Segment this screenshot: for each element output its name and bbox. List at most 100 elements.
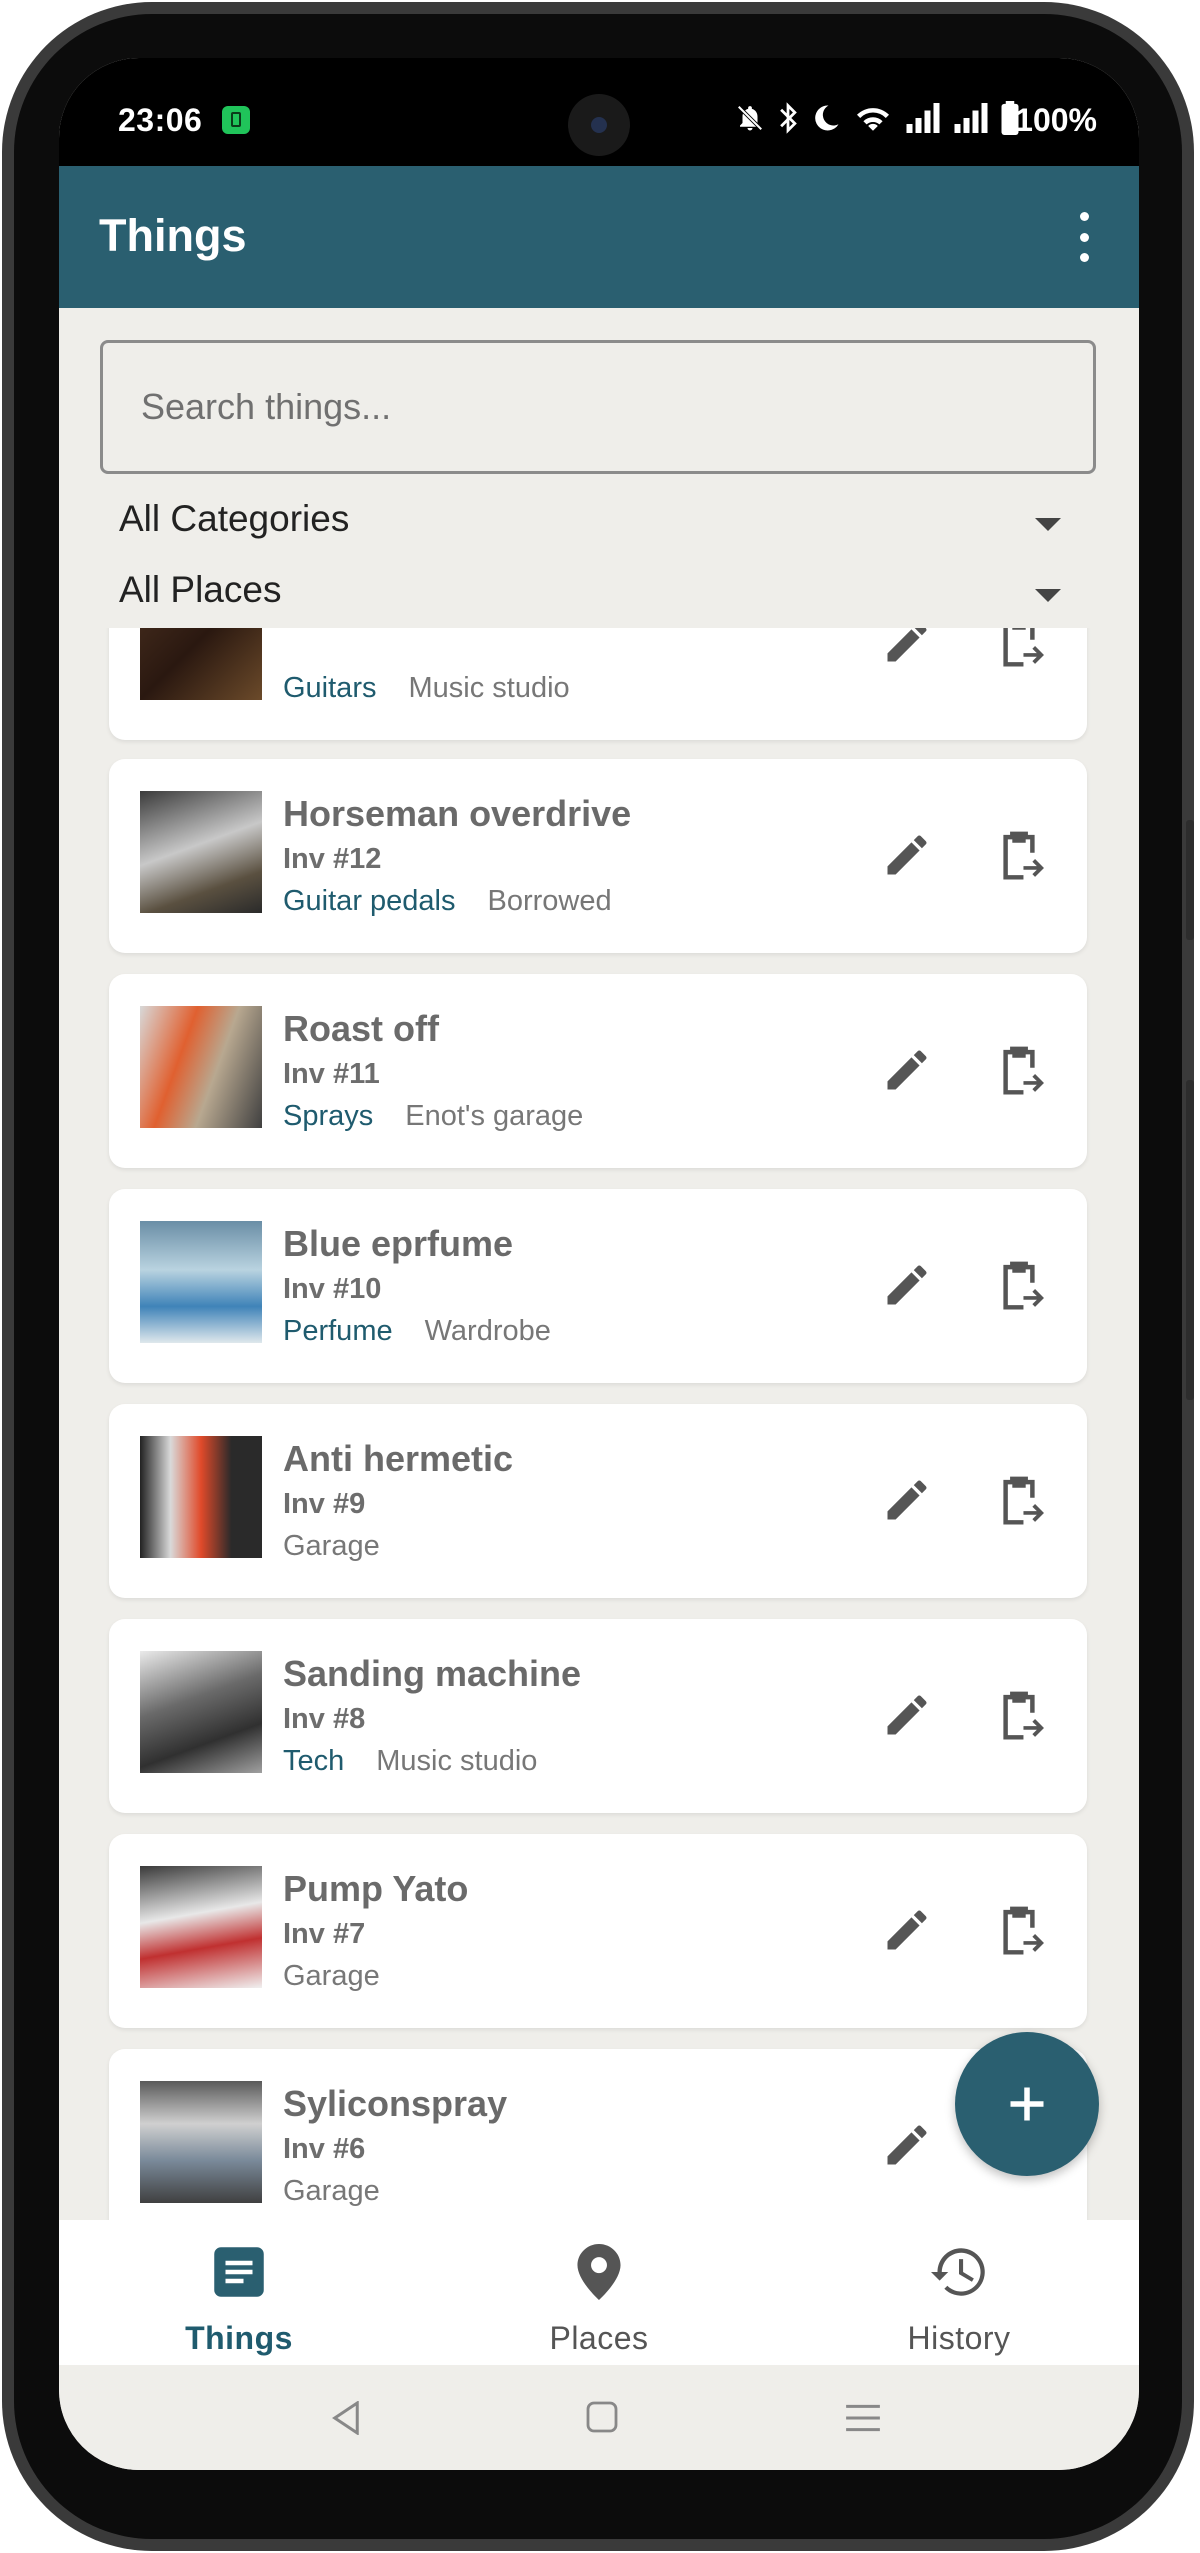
page-title: Things (99, 210, 247, 261)
item-place: Garage (283, 1960, 380, 1992)
list-item[interactable]: Horseman overdrive Inv #12 Guitar pedals… (109, 759, 1087, 953)
place-filter-dropdown[interactable]: All Places (119, 569, 1079, 629)
item-place: Wardrobe (424, 1315, 551, 1347)
item-meta: Garage (283, 1530, 380, 1563)
item-name: Sanding machine (283, 1653, 582, 1694)
item-thumbnail (140, 1866, 262, 1988)
list-item[interactable]: Anti hermetic Inv #9 Garage (109, 1404, 1087, 1598)
list-item[interactable]: Blue eprfume Inv #10 Perfume Wardrobe (109, 1189, 1087, 1383)
clipboard-move-icon (1003, 628, 1044, 667)
nav-item-history[interactable]: History (779, 2220, 1139, 2365)
move-button[interactable] (989, 1038, 1049, 1102)
item-name: Anti hermetic (283, 1438, 514, 1479)
screen: 23:06 100% Things All Categories (59, 58, 1139, 2470)
item-meta: Guitars Music studio (283, 672, 570, 705)
list-item[interactable]: Guitars Music studio (109, 628, 1087, 740)
volume-button (1186, 820, 1194, 940)
clipboard-move-icon (1003, 1046, 1044, 1095)
item-place: Enot's garage (405, 1100, 584, 1132)
item-name: Roast off (283, 1008, 439, 1049)
nav-item-things[interactable]: Things (59, 2220, 419, 2365)
nav-label-things: Things (185, 2320, 293, 2356)
item-place: Borrowed (487, 885, 612, 917)
item-thumbnail (140, 791, 262, 913)
home-icon[interactable] (586, 2401, 618, 2433)
back-icon[interactable] (331, 2401, 361, 2435)
nav-item-places[interactable]: Places (419, 2220, 779, 2365)
move-button[interactable] (989, 1898, 1049, 1962)
item-inv-number: Inv #10 (283, 1273, 382, 1305)
item-place: Garage (283, 1530, 380, 1562)
item-thumbnail (140, 2081, 262, 2203)
item-meta: Garage (283, 2175, 380, 2208)
recents-icon[interactable] (846, 2403, 880, 2433)
list-item[interactable]: Syliconspray Inv #6 Garage (109, 2049, 1087, 2243)
wifi-icon (857, 108, 889, 131)
clipboard-move-icon (1003, 1261, 1044, 1310)
more-vert-icon[interactable] (1069, 212, 1099, 262)
move-button[interactable] (989, 1468, 1049, 1532)
list-icon (211, 2244, 267, 2300)
nav-label-history: History (907, 2320, 1011, 2356)
item-thumbnail (140, 1221, 262, 1343)
search-input[interactable] (103, 343, 1093, 471)
things-list[interactable]: Guitars Music studio Horseman overdrive … (59, 628, 1139, 2278)
list-item[interactable]: Sanding machine Inv #8 Tech Music studio (109, 1619, 1087, 1813)
edit-button[interactable] (877, 628, 937, 672)
category-filter-dropdown[interactable]: All Categories (119, 498, 1079, 558)
edit-button[interactable] (877, 1470, 937, 1530)
status-time: 23:06 (118, 102, 203, 138)
item-name: Blue eprfume (283, 1223, 514, 1264)
edit-button[interactable] (877, 1255, 937, 1315)
item-category: Tech (283, 1745, 345, 1777)
item-meta: Garage (283, 1960, 380, 1993)
item-meta: Guitar pedals Borrowed (283, 885, 612, 918)
nav-label-places: Places (549, 2320, 649, 2356)
add-thing-button[interactable] (955, 2032, 1099, 2176)
move-button[interactable] (989, 823, 1049, 887)
item-name: Pump Yato (283, 1868, 469, 1909)
pencil-icon (887, 1265, 927, 1305)
item-inv-number: Inv #9 (283, 1488, 366, 1520)
item-inv-number: Inv #8 (283, 1703, 366, 1735)
move-button[interactable] (989, 1683, 1049, 1747)
clipboard-move-icon (1003, 1906, 1044, 1955)
pencil-icon (887, 1480, 927, 1520)
edit-button[interactable] (877, 2115, 937, 2175)
bluetooth-icon (780, 102, 797, 134)
edit-button[interactable] (877, 1900, 937, 1960)
item-name: Syliconspray (283, 2083, 508, 2124)
item-thumbnail (140, 1006, 262, 1128)
item-inv-number: Inv #7 (283, 1918, 366, 1950)
map-pin-icon (571, 2244, 627, 2300)
history-icon (931, 2244, 987, 2300)
dropdown-arrow-icon (1035, 589, 1061, 602)
pencil-icon (887, 2125, 927, 2165)
item-thumbnail (140, 1436, 262, 1558)
phone-frame: 23:06 100% Things All Categories (0, 0, 1200, 2553)
pencil-icon (887, 628, 927, 662)
clipboard-move-icon (1003, 831, 1044, 880)
search-field[interactable] (100, 340, 1096, 474)
move-button[interactable] (989, 628, 1049, 674)
pencil-icon (887, 835, 927, 875)
front-camera (568, 94, 630, 156)
status-icons (735, 100, 1019, 136)
item-thumbnail (140, 628, 262, 700)
app-bar: Things (59, 166, 1139, 308)
edit-button[interactable] (877, 1040, 937, 1100)
item-category: Perfume (283, 1315, 393, 1347)
dropdown-arrow-icon (1035, 518, 1061, 531)
item-meta: Tech Music studio (283, 1745, 537, 1778)
edit-button[interactable] (877, 825, 937, 885)
item-thumbnail (140, 1651, 262, 1773)
move-button[interactable] (989, 1253, 1049, 1317)
clipboard-move-icon (1003, 1476, 1044, 1525)
bottom-navigation: Things Places History (59, 2220, 1139, 2365)
edit-button[interactable] (877, 1685, 937, 1745)
list-item[interactable]: Roast off Inv #11 Sprays Enot's garage (109, 974, 1087, 1168)
item-meta: Perfume Wardrobe (283, 1315, 551, 1348)
system-navigation-bar (59, 2365, 1139, 2470)
item-name: Horseman overdrive (283, 793, 632, 834)
list-item[interactable]: Pump Yato Inv #7 Garage (109, 1834, 1087, 2028)
